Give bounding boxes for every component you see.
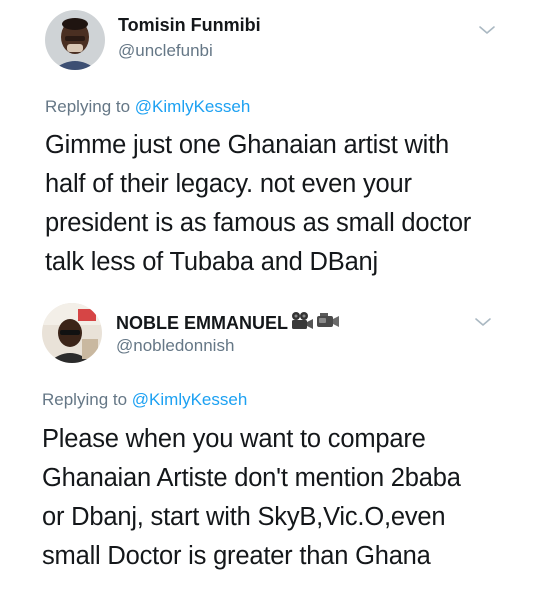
- tweet-text-line: small Doctor is greater than Ghana: [42, 542, 431, 570]
- replying-to: Replying to @KimlyKesseh: [42, 390, 247, 410]
- display-name[interactable]: NOBLE EMMANUEL: [116, 311, 340, 336]
- chevron-down-icon[interactable]: [474, 316, 492, 328]
- tweet-text-line: Ghanaian Artiste don't mention 2baba: [42, 464, 461, 492]
- mention-link[interactable]: @KimlyKesseh: [135, 97, 251, 116]
- tweet-text-line: Gimme just one Ghanaian artist with: [45, 131, 450, 159]
- tweet-text-line: half of their legacy. not even your: [45, 170, 412, 198]
- tweet-text-line: Please when you want to compare: [42, 425, 426, 453]
- user-handle[interactable]: @nobledonnish: [116, 336, 234, 356]
- tweet-text: Gimme just one Ghanaian artist with half…: [45, 126, 525, 282]
- movie-camera-icon: [290, 311, 314, 336]
- replying-to-label: Replying to: [45, 97, 135, 116]
- replying-to-label: Replying to: [42, 390, 132, 409]
- mention-link[interactable]: @KimlyKesseh: [132, 390, 248, 409]
- avatar[interactable]: [42, 303, 102, 363]
- avatar[interactable]: [45, 10, 105, 70]
- user-handle[interactable]: @unclefunbi: [118, 41, 213, 61]
- tweet-text-line: president is as famous as small doctor: [45, 209, 472, 237]
- tweet: NOBLE EMMANUEL @nobledonnish Replying to…: [0, 290, 542, 589]
- tweet: Tomisin Funmibi @unclefunbi Replying to …: [0, 0, 542, 287]
- tweet-text-line: talk less of Tubaba and DBanj: [45, 248, 378, 276]
- tweet-text: Please when you want to compare Ghanaian…: [42, 420, 522, 576]
- display-name-text[interactable]: NOBLE EMMANUEL: [116, 313, 288, 334]
- display-name[interactable]: Tomisin Funmibi: [118, 15, 261, 36]
- display-name-text[interactable]: Tomisin Funmibi: [118, 15, 261, 36]
- tweet-text-line: or Dbanj, start with SkyB,Vic.O,even: [42, 503, 446, 531]
- video-camera-icon: [316, 312, 340, 335]
- chevron-down-icon[interactable]: [478, 24, 496, 36]
- replying-to: Replying to @KimlyKesseh: [45, 97, 250, 117]
